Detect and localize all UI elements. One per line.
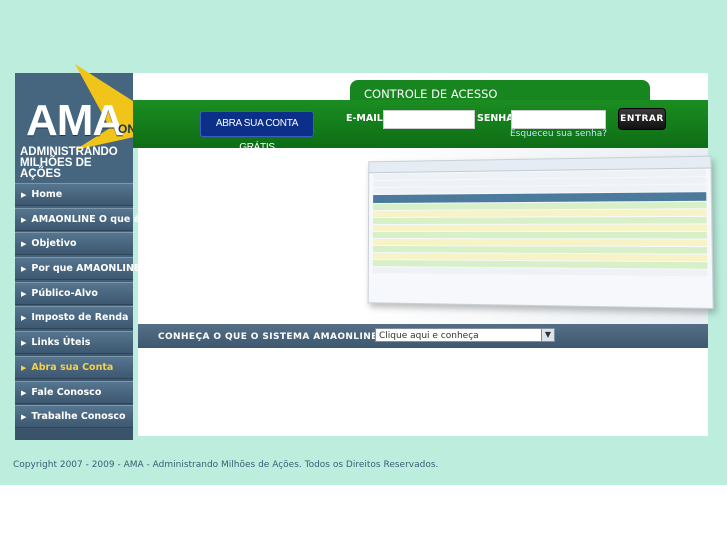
password-field[interactable]: [511, 110, 606, 129]
feature-select[interactable]: Clique aqui e conheça ▼: [375, 328, 555, 342]
feature-select-value: Clique aqui e conheça: [379, 331, 479, 341]
system-preview-image: [367, 155, 714, 310]
sidebar-item-fale-conosco[interactable]: ▶ Fale Conosco: [15, 380, 133, 404]
email-label: E-MAIL:: [346, 113, 387, 124]
sidebar-item-label: Por que AMAONLINE?: [31, 263, 146, 275]
sidebar-item-home[interactable]: ▶ Home: [15, 183, 133, 206]
sidebar-item-imposto-de-renda[interactable]: ▶ Imposto de Renda: [15, 306, 133, 330]
logo-brand[interactable]: AMA: [26, 96, 124, 146]
copyright-text: Copyright 2007 - 2009 - AMA - Administra…: [13, 460, 439, 470]
chevron-down-icon[interactable]: ▼: [541, 329, 554, 341]
signup-button[interactable]: ABRA SUA CONTA GRÁTIS: [200, 111, 314, 153]
sidebar-item-abra-sua-conta[interactable]: ▶ Abra sua Conta: [15, 355, 133, 379]
sidebar-item-label: Home: [31, 189, 63, 200]
sidebar-item-trabalhe-conosco[interactable]: ▶ Trabalhe Conosco: [15, 405, 133, 429]
sidebar-item-por-que[interactable]: ▶ Por que AMAONLINE?: [15, 257, 146, 281]
sidebar-item-label: Imposto de Renda: [31, 312, 129, 324]
lower-content: [138, 348, 708, 436]
access-title: CONTROLE DE ACESSO: [364, 87, 498, 101]
login-button[interactable]: ENTRAR: [618, 108, 666, 130]
preview-row: [372, 239, 708, 247]
sidebar-item-objetivo[interactable]: ▶ Objetivo: [15, 232, 133, 256]
caret-right-icon: ▶: [21, 388, 27, 397]
sidebar-item-label: Público-Alvo: [31, 287, 98, 299]
sidebar-menu: ▶ Home ▶ AMAONLINE O que é? ▶ Objetivo ▶ Por…: [15, 183, 146, 430]
caret-right-icon: ▶: [21, 363, 27, 372]
sidebar-item-label: Trabalhe Conosco: [31, 411, 126, 423]
preview-row: [372, 224, 707, 231]
sidebar-item-label: Fale Conosco: [31, 386, 102, 398]
preview-row: [373, 209, 707, 218]
caret-right-icon: ▶: [21, 265, 27, 274]
sidebar-item-label: Objetivo: [31, 238, 77, 250]
email-field[interactable]: [383, 110, 475, 129]
caret-right-icon: ▶: [21, 314, 27, 323]
caret-right-icon: ▶: [21, 339, 27, 348]
logo-tagline: ADMINISTRANDO MILHÕES DE AÇÕES: [20, 146, 130, 180]
sidebar-item-label: Links Úteis: [31, 337, 91, 349]
caret-right-icon: ▶: [21, 289, 27, 298]
caret-right-icon: ▶: [21, 413, 27, 422]
preview-row: [372, 267, 708, 277]
preview-row: [372, 232, 707, 239]
preview-row: [372, 216, 707, 224]
caret-right-icon: ▶: [21, 240, 27, 249]
caret-right-icon: ▶: [21, 215, 27, 224]
sidebar-item-label: Abra sua Conta: [31, 361, 114, 373]
sidebar-item-links-uteis[interactable]: ▶ Links Úteis: [15, 331, 133, 355]
forgot-password-link[interactable]: Esqueceu sua senha?: [510, 129, 607, 139]
logo-tagline-line2: MILHÕES DE AÇÕES: [20, 157, 92, 180]
caret-right-icon: ▶: [21, 191, 27, 199]
sidebar-item-label: AMAONLINE O que é?: [31, 213, 146, 225]
sidebar-item-publico-alvo[interactable]: ▶ Público-Alvo: [15, 281, 133, 305]
sidebar-item-amaonline-o-que-e[interactable]: ▶ AMAONLINE O que é?: [15, 207, 146, 231]
